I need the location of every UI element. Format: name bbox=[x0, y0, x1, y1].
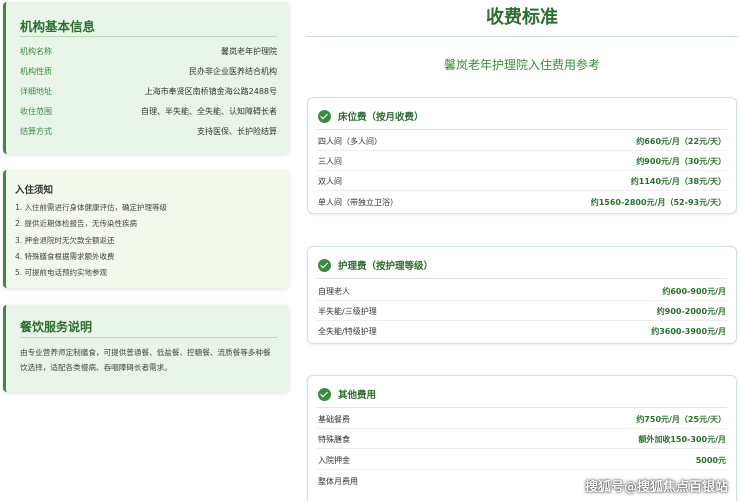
info-row-settlement: 结算方式 支持医保、长护险结算 bbox=[20, 126, 277, 140]
dining-service-title: 餐饮服务说明 bbox=[20, 320, 93, 334]
check-circle-icon bbox=[318, 387, 331, 401]
info-key: 收住范围 bbox=[20, 107, 52, 116]
divider bbox=[317, 407, 727, 408]
fee-row: 自理老人 约600-900元/月 bbox=[317, 281, 727, 301]
info-value: 馨岚老年护理院 bbox=[221, 47, 277, 56]
info-key: 机构性质 bbox=[20, 67, 52, 76]
fee-item-name: 全失能/特级护理 bbox=[318, 327, 377, 336]
care-fee-card: 护理费（按护理等级） 自理老人 约600-900元/月 半失能/三级护理 约90… bbox=[307, 246, 737, 344]
fee-item-name: 三人间 bbox=[318, 157, 342, 166]
fee-row: 双人间 约1140元/月（38元/天） bbox=[317, 171, 727, 191]
page-subtitle: 馨岚老年护理院入住费用参考 bbox=[443, 58, 600, 72]
page-title: 收费标准 bbox=[486, 7, 558, 28]
institution-info-card: 机构基本信息 机构名称 馨岚老年护理院 机构性质 民办非企业医养结合机构 详细地… bbox=[3, 2, 289, 154]
bed-fee-title: 床位费（按月收费） bbox=[338, 112, 424, 123]
divider bbox=[306, 36, 738, 37]
fee-row: 特殊膳食 额外加收150-300元/月 bbox=[317, 429, 727, 449]
fee-item-price: 约1560-2800元/月（52-93元/天） bbox=[590, 198, 726, 207]
fee-item-name: 自理老人 bbox=[318, 287, 350, 296]
fee-item-name: 整体月费用 bbox=[318, 477, 358, 486]
fee-row: 基础餐费 约750元/月（25元/天） bbox=[317, 409, 727, 429]
check-circle-icon bbox=[318, 258, 331, 272]
left-column: 机构基本信息 机构名称 馨岚老年护理院 机构性质 民办非企业医养结合机构 详细地… bbox=[0, 0, 292, 501]
fee-item-name: 特殊膳食 bbox=[318, 435, 350, 444]
list-item: 2. 提供近期体检报告，无传染性疾病 bbox=[15, 219, 138, 229]
care-fee-header: 护理费（按护理等级） bbox=[318, 257, 433, 273]
info-value: 自理、半失能、全失能、认知障碍长者 bbox=[141, 107, 277, 116]
admission-notice-title: 入住须知 bbox=[15, 185, 54, 196]
list-item: 3. 押金退院时无欠款全额返还 bbox=[15, 235, 115, 245]
divider bbox=[317, 129, 727, 130]
info-row-scope: 收住范围 自理、半失能、全失能、认知障碍长者 bbox=[20, 106, 277, 120]
bed-fee-header: 床位费（按月收费） bbox=[318, 108, 424, 124]
info-row-name: 机构名称 馨岚老年护理院 bbox=[20, 46, 277, 60]
fee-item-price: 约900元/月（30元/天） bbox=[636, 157, 726, 166]
fee-item-price: 额外加收150-300元/月 bbox=[638, 435, 726, 444]
fee-item-name: 双人间 bbox=[318, 177, 342, 186]
list-item: 1. 入住前需进行身体健康评估，确定护理等级 bbox=[15, 203, 168, 212]
bed-fee-card: 床位费（按月收费） 四人间（多人间） 约660元/月（22元/天） 三人间 约9… bbox=[307, 97, 737, 214]
fee-item-price: 5000元 bbox=[695, 456, 726, 465]
divider bbox=[20, 337, 277, 338]
fee-item-price: 约900-2000元/月 bbox=[656, 307, 726, 316]
list-item: 5. 可提前电话预约实地参观 bbox=[15, 268, 108, 278]
fee-row: 四人间（多人间） 约660元/月（22元/天） bbox=[317, 131, 727, 151]
info-row-address: 详细地址 上海市奉贤区南桥镇金海公路2488号 bbox=[20, 86, 277, 100]
info-key: 结算方式 bbox=[20, 127, 52, 136]
other-fee-header: 其他费用 bbox=[318, 386, 376, 402]
notice-list: 1. 入住前需进行身体健康评估，确定护理等级 2. 提供近期体检报告，无传染性疾… bbox=[15, 200, 167, 281]
info-value: 支持医保、长护险结算 bbox=[197, 127, 277, 136]
fee-item-price: 约600-900元/月 bbox=[662, 287, 726, 296]
fee-item-price: 约1140元/月（38元/天） bbox=[630, 177, 726, 186]
admission-notice-card: 入住须知 1. 入住前需进行身体健康评估，确定护理等级 2. 提供近期体检报告，… bbox=[3, 170, 289, 288]
fee-item-name: 单人间（带独立卫浴） bbox=[318, 198, 398, 207]
info-value: 民办非企业医养结合机构 bbox=[189, 67, 277, 76]
fee-item-price: 约660元/月（22元/天） bbox=[636, 137, 726, 146]
institution-info-title: 机构基本信息 bbox=[20, 19, 96, 34]
fee-row: 全失能/特级护理 约3600-3900元/月 bbox=[317, 321, 727, 341]
fee-row: 单人间（带独立卫浴） 约1560-2800元/月（52-93元/天） bbox=[317, 192, 727, 212]
divider bbox=[317, 278, 727, 279]
dining-service-card: 餐饮服务说明 由专业营养师定制膳食，可提供普通餐、低盐餐、控糖餐、流质餐等多种餐… bbox=[3, 305, 289, 392]
other-fee-title: 其他费用 bbox=[338, 390, 377, 401]
fee-item-name: 入院押金 bbox=[318, 456, 350, 465]
fee-item-price: 约3600-3900元/月 bbox=[651, 327, 726, 336]
list-item: 4. 特殊膳食根据需求额外收费 bbox=[15, 251, 115, 261]
fee-item-name: 半失能/三级护理 bbox=[318, 307, 377, 316]
info-row-nature: 机构性质 民办非企业医养结合机构 bbox=[20, 66, 277, 80]
fee-row: 半失能/三级护理 约900-2000元/月 bbox=[317, 301, 727, 321]
fee-item-price: 约750元/月（25元/天） bbox=[636, 415, 726, 424]
fee-row: 入院押金 5000元 bbox=[317, 450, 727, 470]
dining-description: 由专业营养师定制膳食，可提供普通餐、低盐餐、控糖餐、流质餐等多种餐饮选择，适配各… bbox=[20, 348, 271, 372]
fee-item-name: 基础餐费 bbox=[318, 415, 350, 424]
info-value: 上海市奉贤区南桥镇金海公路2488号 bbox=[144, 87, 277, 96]
divider bbox=[20, 36, 277, 37]
fee-row: 三人间 约900元/月（30元/天） bbox=[317, 151, 727, 171]
fee-item-name: 四人间（多人间） bbox=[318, 137, 382, 146]
check-circle-icon bbox=[318, 109, 331, 123]
info-key: 详细地址 bbox=[20, 87, 52, 96]
info-key: 机构名称 bbox=[20, 47, 52, 56]
watermark: 搜狐号@搜狐焦点百银站 bbox=[584, 480, 728, 495]
care-fee-title: 护理费（按护理等级） bbox=[338, 261, 434, 272]
